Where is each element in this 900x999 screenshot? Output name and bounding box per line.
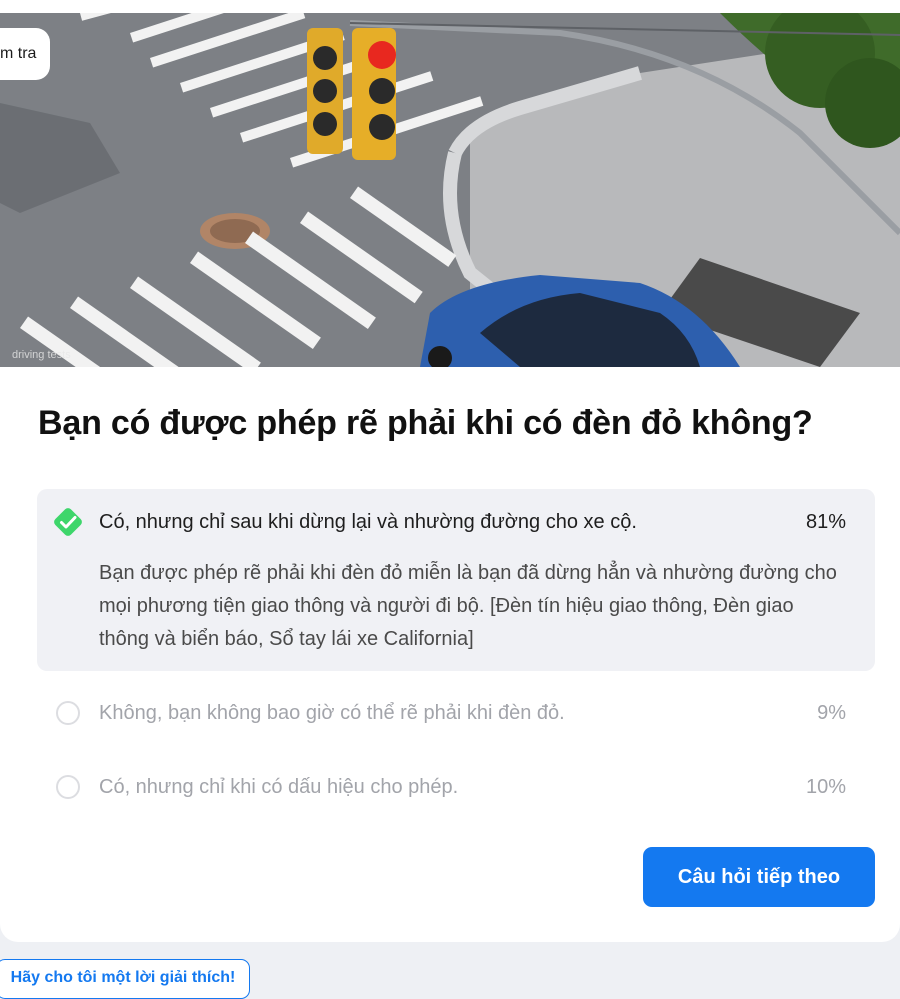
answer-option-3-percent: 10%	[805, 776, 846, 798]
question-image: driving tests m tra	[0, 13, 900, 367]
answer-option-3[interactable]: Có, nhưng chỉ khi có dấu hiệu cho phép.	[99, 776, 458, 799]
next-question-button[interactable]: Câu hỏi tiếp theo	[643, 847, 875, 907]
intersection-illustration: driving tests	[0, 13, 900, 367]
quiz-card: driving tests m tra Bạn có được phép rẽ …	[0, 0, 900, 942]
answer-option-2-percent: 9%	[817, 702, 846, 724]
radio-circle-icon[interactable]	[56, 775, 80, 799]
hero-pill-label: m tra	[0, 45, 37, 62]
explain-button-label: Hãy cho tôi một lời giải thích!	[10, 969, 236, 986]
answer-option-1[interactable]: Có, nhưng chỉ sau khi dừng lại và nhường…	[99, 511, 637, 534]
answer-explanation: Bạn được phép rẽ phải khi đèn đỏ miễn là…	[99, 562, 837, 650]
explain-button[interactable]: Hãy cho tôi một lời giải thích!	[0, 959, 250, 999]
answer-option-1-percent: 81%	[805, 511, 846, 533]
answer-option-2[interactable]: Không, bạn không bao giờ có thể rẽ phải …	[99, 702, 565, 725]
hero-pill[interactable]: m tra	[0, 28, 51, 80]
question-title: Bạn có được phép rẽ phải khi có đèn đỏ k…	[38, 404, 813, 442]
watermark-text: driving tests	[12, 349, 71, 361]
check-icon	[54, 508, 82, 536]
radio-circle-icon[interactable]	[56, 701, 80, 725]
